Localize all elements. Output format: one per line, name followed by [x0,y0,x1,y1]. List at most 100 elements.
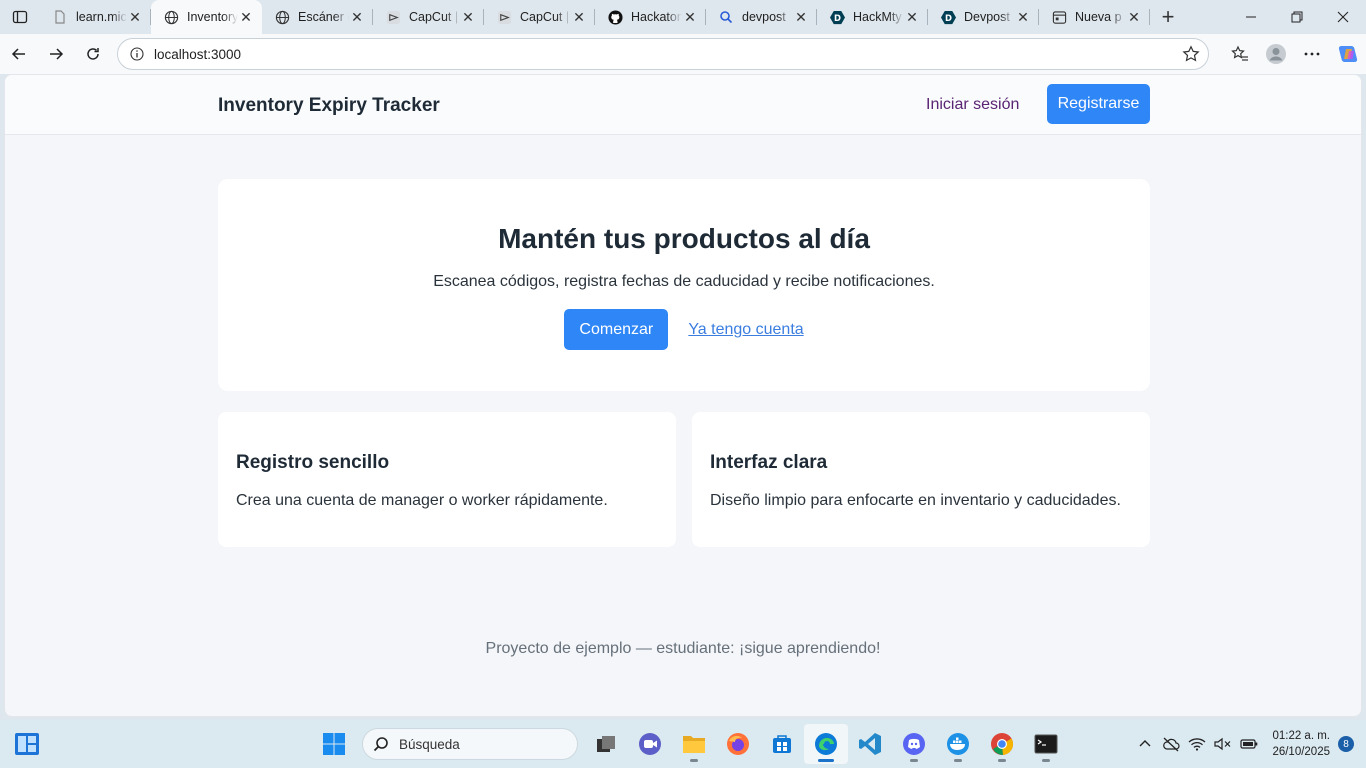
tab-title: Hackaton [631,10,682,24]
tab-title: Devpost [964,10,1010,24]
capcut-icon [496,9,512,25]
tab-title: learn.mic [76,10,127,24]
chrome-icon[interactable] [980,724,1024,764]
browser-tab[interactable]: CapCut | ✕ [373,0,484,34]
tab-title: Nueva p [1075,10,1122,24]
close-tab-icon[interactable]: ✕ [1015,9,1031,25]
favorites-icon[interactable] [1222,38,1258,70]
github-icon [607,9,623,25]
favorite-star-icon[interactable] [1182,45,1200,68]
cloud-offline-icon[interactable] [1159,732,1183,756]
taskbar: Búsqueda 01:22 a. m. 26/10/2025 8 [0,720,1366,768]
close-tab-icon[interactable]: ✕ [238,9,254,25]
wifi-icon[interactable] [1185,732,1209,756]
app-header: Inventory Expiry Tracker Iniciar sesión … [5,75,1361,135]
close-tab-icon[interactable]: ✕ [571,9,587,25]
system-clock[interactable]: 01:22 a. m. 26/10/2025 [1272,728,1330,760]
feature-card: Interfaz clara Diseño limpio para enfoca… [692,412,1150,547]
browser-tab-strip: learn.mic ✕ Inventory ✕ Escáner d ✕ CapC… [0,0,1366,34]
devpost-icon: D [940,9,956,25]
browser-tab[interactable]: devpost ✕ [706,0,817,34]
app-brand[interactable]: Inventory Expiry Tracker [218,95,440,117]
battery-icon[interactable] [1237,732,1261,756]
tab-title: devpost [742,10,786,24]
page-footer: Proyecto de ejemplo — estudiante: ¡sigue… [485,640,881,657]
tab-actions-icon[interactable] [0,0,40,34]
browser-tab[interactable]: D HackMty ✕ [817,0,928,34]
store-icon[interactable] [760,724,804,764]
reload-icon[interactable] [75,38,111,70]
close-tab-icon[interactable]: ✕ [1126,9,1142,25]
address-url[interactable]: localhost:3000 [154,47,241,62]
globe-icon [274,9,290,25]
feature-text: Crea una cuenta de manager o worker rápi… [236,492,608,509]
firefox-icon[interactable] [716,724,760,764]
profile-avatar-icon[interactable] [1258,38,1294,70]
login-link[interactable]: Iniciar sesión [926,96,1019,114]
have-account-link[interactable]: Ya tengo cuenta [688,321,803,339]
close-tab-icon[interactable]: ✕ [904,9,920,25]
hero-card: Mantén tus productos al día Escanea códi… [218,179,1150,391]
running-indicator [690,759,698,762]
tab-title: Escáner d [298,10,349,24]
tab-title: Inventory [187,10,238,24]
feature-title: Interfaz clara [710,452,828,473]
close-tab-icon[interactable]: ✕ [793,9,809,25]
browser-tab[interactable]: Hackaton ✕ [595,0,706,34]
forward-icon[interactable] [38,38,74,70]
volume-muted-icon[interactable] [1211,732,1235,756]
close-tab-icon[interactable]: ✕ [127,9,143,25]
file-explorer-icon[interactable] [672,724,716,764]
browser-tab-active[interactable]: Inventory ✕ [151,0,262,34]
browser-tab[interactable]: Nueva p ✕ [1039,0,1150,34]
close-tab-icon[interactable]: ✕ [682,9,698,25]
feature-title: Registro sencillo [236,452,390,473]
browser-toolbar: localhost:3000 [0,34,1366,74]
start-icon[interactable] [312,724,356,764]
tab-title: CapCut | [409,10,459,24]
browser-tab[interactable]: Escáner d ✕ [262,0,373,34]
start-button[interactable]: Comenzar [564,309,669,350]
address-bar[interactable]: localhost:3000 [117,38,1209,70]
browser-tab[interactable]: learn.mic ✕ [40,0,151,34]
terminal-icon[interactable] [1024,724,1068,764]
close-window-icon[interactable] [1320,0,1366,34]
discord-icon[interactable] [892,724,936,764]
chevron-up-icon[interactable] [1133,732,1157,756]
task-view-icon[interactable] [584,724,628,764]
devpost-icon: D [829,9,845,25]
tab-title: HackMty [853,10,902,24]
docker-icon[interactable] [936,724,980,764]
copilot-icon[interactable] [1330,38,1366,70]
system-tray: 01:22 a. m. 26/10/2025 8 [1132,720,1366,768]
page-viewport: Inventory Expiry Tracker Iniciar sesión … [4,74,1362,717]
clock-date: 26/10/2025 [1272,746,1330,758]
minimize-icon[interactable] [1228,0,1274,34]
site-info-icon[interactable] [122,47,152,61]
close-tab-icon[interactable]: ✕ [460,9,476,25]
taskbar-search[interactable]: Búsqueda [362,728,578,760]
feature-text: Diseño limpio para enfocarte en inventar… [710,492,1121,509]
search-icon [718,9,734,25]
edge-icon[interactable] [804,724,848,764]
globe-icon [163,9,179,25]
running-indicator [910,759,918,762]
register-button[interactable]: Registrarse [1047,84,1150,124]
notification-badge[interactable]: 8 [1338,736,1354,752]
vscode-icon[interactable] [848,724,892,764]
browser-tab[interactable]: D Devpost ✕ [928,0,1039,34]
more-options-icon[interactable] [1294,38,1330,70]
running-indicator [954,759,962,762]
back-icon[interactable] [1,38,37,70]
search-icon [373,736,389,752]
window-controls [1228,0,1366,34]
newtab-page-icon [1051,9,1067,25]
teams-meet-icon[interactable] [628,724,672,764]
close-tab-icon[interactable]: ✕ [349,9,365,25]
widgets-icon[interactable] [14,732,40,756]
new-tab-button[interactable]: + [1150,0,1186,34]
restore-icon[interactable] [1274,0,1320,34]
capcut-icon [385,9,401,25]
browser-tab[interactable]: CapCut | ✕ [484,0,595,34]
clock-time: 01:22 a. m. [1272,730,1330,742]
